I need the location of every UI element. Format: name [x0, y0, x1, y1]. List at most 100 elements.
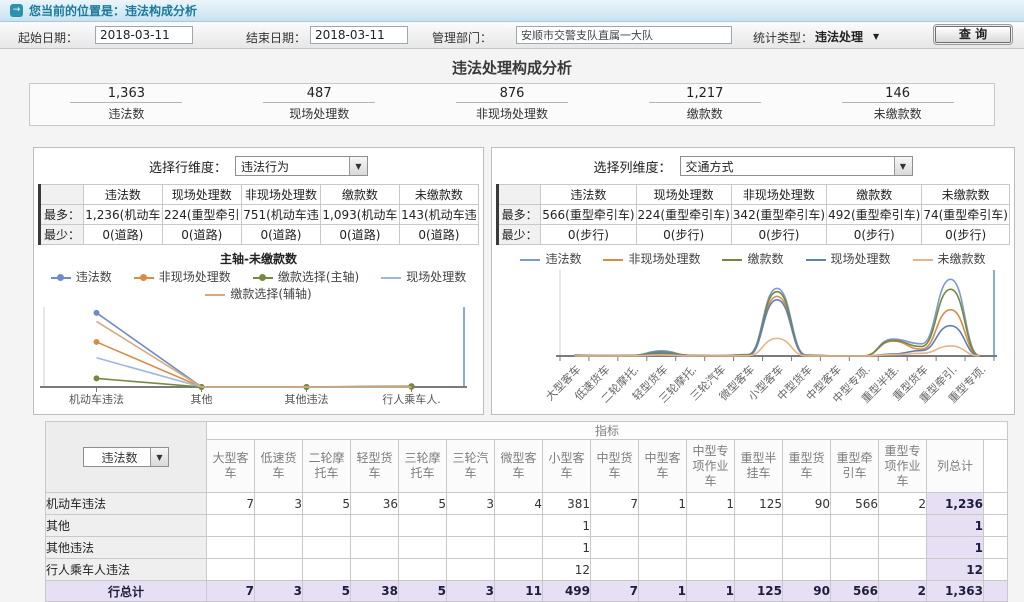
stats-cell: 566(重型牵引车)	[541, 205, 636, 225]
legend-label: 非现场处理数	[159, 269, 231, 286]
series-line	[97, 313, 412, 387]
query-button[interactable]: 查 询	[935, 26, 1011, 43]
pivot-cell	[639, 537, 687, 559]
pivot-cell: 381	[543, 493, 591, 515]
legend-item[interactable]: 非现场处理数	[603, 251, 700, 268]
row-dimension-select[interactable]: 违法行为 ▼	[235, 156, 368, 176]
stats-cell: 751(机动车违	[241, 205, 320, 225]
pivot-cell	[735, 515, 783, 537]
summary-stat-label: 现场处理数	[223, 105, 416, 122]
pivot-grand-total-cell: 499	[543, 581, 591, 602]
pivot-cell	[591, 537, 639, 559]
pivot-grand-total-cell: 3	[447, 581, 495, 602]
pivot-row-label: 机动车违法	[46, 493, 207, 515]
legend-item[interactable]: 违法数	[51, 269, 112, 286]
pivot-cell: 1	[543, 515, 591, 537]
pivot-column-header: 三轮摩托车	[399, 440, 447, 493]
pivot-cell: 1	[687, 493, 735, 515]
pivot-grand-total-cell: 11	[495, 581, 543, 602]
stats-cell: 0(道路)	[321, 225, 400, 245]
stats-cell: 0(步行)	[636, 225, 731, 245]
query-button-frame: 查 询	[933, 24, 1013, 45]
summary-stat-value: 487	[223, 86, 416, 101]
series-line	[97, 378, 412, 387]
metric-select[interactable]: 违法数▼	[83, 447, 169, 467]
summary-stat: 1,363违法数	[30, 86, 223, 122]
pivot-column-header: 三轮汽车	[447, 440, 495, 493]
column-dimension-panel: 选择列维度： 交通方式 ▼ 违法数现场处理数非现场处理数缴款数未缴款数最多：56…	[491, 147, 1015, 415]
legend-item[interactable]: 现场处理数	[806, 251, 891, 268]
pivot-filler-cell	[984, 559, 1008, 581]
pivot-cell	[687, 537, 735, 559]
legend-marker	[722, 259, 742, 261]
department-input[interactable]	[516, 26, 732, 44]
legend-dot-icon	[140, 274, 147, 281]
pivot-table: 违法数▼指标大型客车低速货车二轮摩托车轻型货车三轮摩托车三轮汽车微型客车小型客车…	[45, 421, 1008, 602]
summary-stat: 1,217缴款数	[608, 86, 801, 122]
legend-marker	[520, 259, 540, 261]
summary-stat-divider	[70, 102, 182, 103]
stats-cell: 342(重型牵引车)	[731, 205, 826, 225]
legend-label: 未缴款数	[938, 251, 986, 268]
pivot-cell: 36	[351, 493, 399, 515]
stats-column-header: 未缴款数	[922, 185, 1010, 205]
chevron-down-icon: ▼	[150, 448, 168, 466]
pivot-cell: 90	[783, 493, 831, 515]
stats-corner-cell	[40, 185, 84, 205]
series-point	[94, 339, 100, 345]
pivot-span-header: 指标	[207, 422, 1008, 440]
metric-cell: 违法数▼	[46, 422, 207, 493]
start-date-input[interactable]	[95, 26, 193, 44]
pivot-cell	[639, 559, 687, 581]
pivot-cell	[351, 537, 399, 559]
pivot-grand-total-cell: 566	[831, 581, 879, 602]
legend-item[interactable]: 违法数	[520, 251, 581, 268]
pivot-cell	[255, 559, 303, 581]
summary-stat-divider	[456, 102, 568, 103]
pivot-cell	[399, 515, 447, 537]
pivot-row-total: 12	[927, 559, 984, 581]
legend-marker	[205, 294, 225, 296]
table-row: 行人乘车人违法1212	[46, 559, 1008, 581]
column-dimension-value: 交通方式	[681, 158, 894, 175]
stat-type-select[interactable]: 违法处理 ▼	[815, 28, 879, 45]
pivot-grand-total-cell: 3	[255, 581, 303, 602]
legend-item[interactable]: 现场处理数	[381, 269, 466, 286]
pivot-grand-total-cell: 2	[879, 581, 927, 602]
x-axis-label: 其他	[191, 393, 213, 406]
stats-column-header: 违法数	[84, 185, 163, 205]
legend-marker	[253, 277, 273, 279]
legend-item[interactable]: 缴款选择(辅轴)	[205, 286, 311, 303]
column-dimension-control: 选择列维度： 交通方式 ▼	[492, 156, 1014, 176]
legend-label: 现场处理数	[406, 269, 466, 286]
pivot-cell	[255, 515, 303, 537]
pivot-cell	[879, 559, 927, 581]
stats-corner-cell	[498, 185, 541, 205]
summary-stat-value: 876	[416, 86, 609, 101]
legend-item[interactable]: 缴款选择(主轴)	[253, 269, 359, 286]
pivot-cell: 3	[447, 493, 495, 515]
pivot-span-header-row: 违法数▼指标	[46, 422, 1008, 440]
stats-cell: 0(步行)	[731, 225, 826, 245]
right-line-chart: 大型客车低速货车二轮摩托.轻型货车三轮摩托.三轮汽车微型客车小型客车中型货车中型…	[494, 268, 1012, 420]
column-dimension-select[interactable]: 交通方式 ▼	[680, 156, 913, 176]
legend-item[interactable]: 缴款数	[722, 251, 783, 268]
end-date-input[interactable]	[310, 26, 408, 44]
pivot-cell	[303, 559, 351, 581]
start-date-label: 起始日期：	[18, 29, 78, 46]
pivot-cell	[447, 515, 495, 537]
pivot-cell: 125	[735, 493, 783, 515]
legend-marker	[603, 259, 623, 261]
arrow-icon: →	[10, 4, 23, 17]
pivot-cell: 1	[639, 493, 687, 515]
stats-cell: 1,093(机动车	[321, 205, 400, 225]
pivot-row-total: 1	[927, 537, 984, 559]
legend-item[interactable]: 未缴款数	[913, 251, 986, 268]
summary-stat-label: 未缴款数	[801, 105, 994, 122]
pivot-grand-total-value: 1,363	[927, 581, 984, 602]
page-title: 违法处理构成分析	[0, 57, 1024, 78]
legend-label: 违法数	[545, 251, 581, 268]
pivot-cell: 1	[543, 537, 591, 559]
pivot-cell	[831, 537, 879, 559]
legend-item[interactable]: 非现场处理数	[134, 269, 231, 286]
